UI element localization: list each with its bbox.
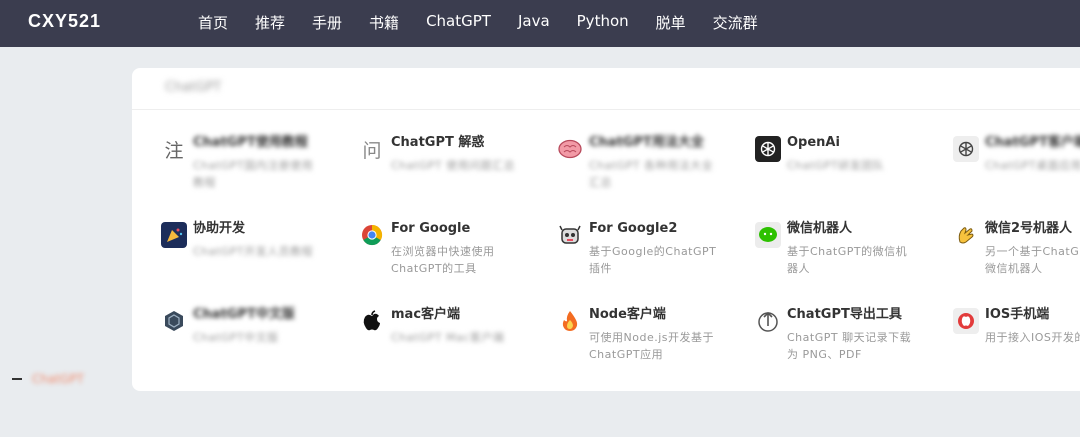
item-title: ChatGPT用法大全 [589,135,704,150]
brain-icon [557,136,583,162]
nav-menu: 首页 推荐 手册 书籍 ChatGPT Java Python 脱单 交流群 [198,12,785,33]
item-desc: ChatGPT国内注册使用教程 [193,159,314,189]
item-desc: ChatGPT 聊天记录下载为 PNG、PDF [787,331,912,361]
item-desc: 可使用Node.js开发基于ChatGPT应用 [589,331,714,361]
grid-item-usage[interactable]: ChatGPT用法大全 ChatGPT 各种用法大全汇总 [557,134,755,220]
item-title: 微信机器人 [787,221,853,236]
item-desc: 另一个基于ChatGPT的微信机器人 [985,245,1080,275]
export-icon [755,308,781,334]
chatgpt-card: ChatGPT 注 ChatGPT使用教程 ChatGPT国内注册使用教程 问 … [132,68,1080,391]
item-desc: ChatGPT 使用问题汇总 [391,159,516,172]
grid-item-client[interactable]: ChatGPT客户端 ChatGPT桌面应用 [953,134,1080,220]
nav-item-home[interactable]: 首页 [198,12,228,33]
sidebar-link-label: ChatGPT [32,372,84,386]
nav-item-dating[interactable]: 脱单 [656,12,686,33]
item-desc: ChatGPT中文版 [193,331,279,344]
item-title: ChatGPT导出工具 [787,307,902,322]
openai-icon [953,136,979,162]
item-title: For Google [391,221,471,236]
fire-icon [557,308,583,334]
grid-item-dev[interactable]: 协助开发 ChatGPT开发人员教程 [161,220,359,306]
grid-item-node-client[interactable]: Node客户端 可使用Node.js开发基于ChatGPT应用 [557,306,755,391]
item-title: IOS手机端 [985,307,1050,322]
grid-item-wechat-bot[interactable]: 微信机器人 基于ChatGPT的微信机器人 [755,220,953,306]
clap-icon [953,222,979,248]
grid-item-wechat-bot-2[interactable]: 微信2号机器人 另一个基于ChatGPT的微信机器人 [953,220,1080,306]
grid-item-export-tool[interactable]: ChatGPT导出工具 ChatGPT 聊天记录下载为 PNG、PDF [755,306,953,391]
grid-item-mac-client[interactable]: mac客户端 ChatGPT Mac客户端 [359,306,557,391]
item-desc: ChatGPT研发团队 [787,159,885,172]
grid-item-tutorial[interactable]: 注 ChatGPT使用教程 ChatGPT国内注册使用教程 [161,134,359,220]
item-title: Node客户端 [589,307,666,322]
wechat-icon [755,222,781,248]
nav-item-java[interactable]: Java [518,12,550,33]
nav-item-python[interactable]: Python [577,12,629,33]
nav-item-group[interactable]: 交流群 [713,12,758,33]
dash-icon [12,378,22,380]
grid-item-ios[interactable]: IOS手机端 用于接入IOS开发的 [953,306,1080,391]
item-desc: 基于Google的ChatGPT插件 [589,245,717,275]
nav-item-books[interactable]: 书籍 [369,12,399,33]
item-desc: ChatGPT开发人员教程 [193,245,314,258]
item-title: ChatGPT 解惑 [391,135,485,150]
item-title: 微信2号机器人 [985,221,1073,236]
sidebar-chatgpt-link[interactable]: ChatGPT [12,372,84,386]
item-title: For Google2 [589,221,678,236]
item-desc: 基于ChatGPT的微信机器人 [787,245,908,275]
item-desc: 在浏览器中快速使用ChatGPT的工具 [391,245,495,275]
grid-item-openai[interactable]: OpenAi ChatGPT研发团队 [755,134,953,220]
item-title: 协助开发 [193,221,246,236]
grid-item-for-google[interactable]: For Google 在浏览器中快速使用ChatGPT的工具 [359,220,557,306]
grid-item-chinese[interactable]: ChatGPT中文版 ChatGPT中文版 [161,306,359,391]
grid-item-faq[interactable]: 问 ChatGPT 解惑 ChatGPT 使用问题汇总 [359,134,557,220]
brand-logo[interactable]: CXY521 [28,11,101,32]
card-title: ChatGPT [165,80,222,95]
grid-item-for-google2[interactable]: For Google2 基于Google的ChatGPT插件 [557,220,755,306]
nav-item-manual[interactable]: 手册 [312,12,342,33]
card-header: ChatGPT [132,68,1080,110]
nav-item-chatgpt[interactable]: ChatGPT [426,12,491,33]
item-desc: ChatGPT桌面应用 [985,159,1080,172]
item-title: mac客户端 [391,307,461,322]
resource-grid: 注 ChatGPT使用教程 ChatGPT国内注册使用教程 问 ChatGPT … [161,134,1080,391]
hex-icon [161,308,187,334]
character-icon: 问 [362,139,382,162]
chrome-icon [359,222,385,248]
item-title: ChatGPT使用教程 [193,135,308,150]
ios-icon [953,308,979,334]
item-title: OpenAi [787,135,840,150]
item-title: ChatGPT中文版 [193,307,295,322]
top-navbar: CXY521 首页 推荐 手册 书籍 ChatGPT Java Python 脱… [0,0,1080,47]
nav-item-recommend[interactable]: 推荐 [255,12,285,33]
item-title: ChatGPT客户端 [985,135,1080,150]
item-desc: ChatGPT 各种用法大全汇总 [589,159,714,189]
item-desc: ChatGPT Mac客户端 [391,331,505,344]
robot-icon [557,222,583,248]
apple-icon [359,308,385,334]
character-icon: 注 [164,139,184,162]
openai-icon [755,136,781,162]
item-desc: 用于接入IOS开发的 [985,331,1080,344]
party-icon [161,222,187,248]
